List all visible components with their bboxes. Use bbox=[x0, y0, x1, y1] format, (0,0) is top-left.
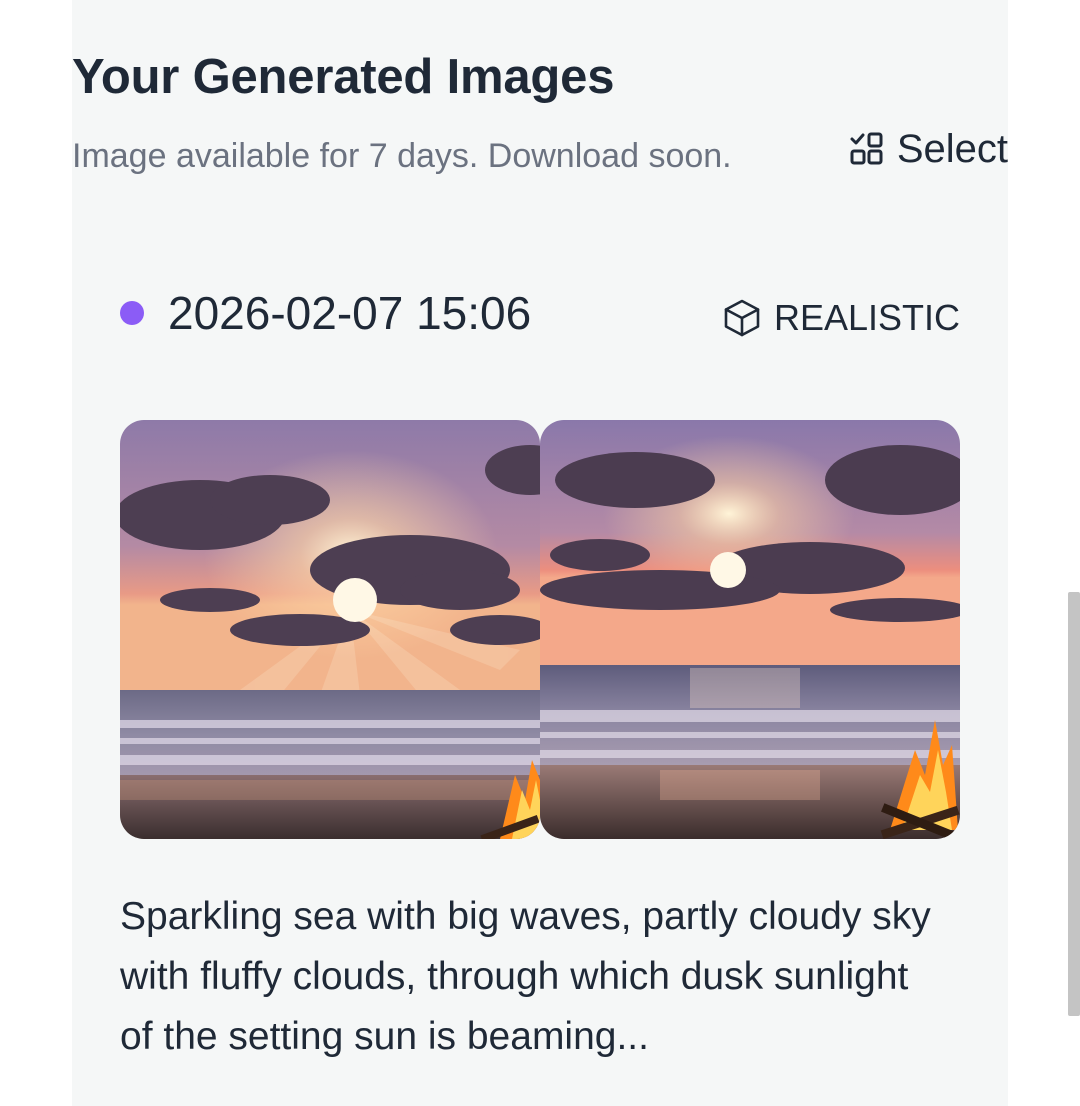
prompt-text: Sparkling sea with big waves, partly clo… bbox=[120, 895, 931, 1058]
generated-images-grid bbox=[120, 420, 960, 839]
select-button[interactable]: Select bbox=[849, 126, 1008, 172]
generation-entry-header: 2026-02-07 15:06 REALISTIC bbox=[120, 286, 960, 342]
scrollbar[interactable] bbox=[1068, 592, 1080, 1016]
style-tag: REALISTIC bbox=[722, 296, 960, 340]
select-label: Select bbox=[896, 127, 1008, 171]
availability-notice: Image available for 7 days. Download soo… bbox=[72, 137, 732, 175]
generated-images-panel: Your Generated Images Image available fo… bbox=[72, 0, 1008, 1106]
select-grid-icon bbox=[849, 131, 885, 167]
generated-image-1[interactable] bbox=[120, 420, 540, 839]
generated-image-2[interactable] bbox=[540, 420, 960, 839]
page-title: Your Generated Images bbox=[72, 50, 615, 104]
generation-timestamp: 2026-02-07 15:06 bbox=[168, 287, 532, 339]
status-dot bbox=[120, 301, 144, 325]
style-label: REALISTIC bbox=[773, 297, 960, 338]
cube-icon bbox=[722, 298, 762, 338]
